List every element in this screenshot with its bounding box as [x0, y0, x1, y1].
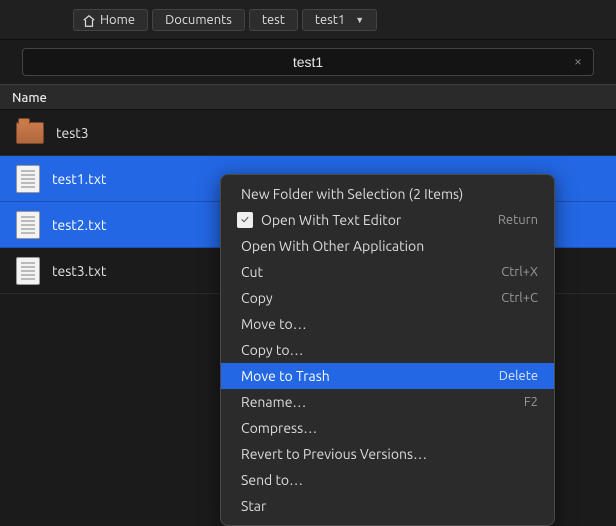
- file-name-label: test1.txt: [52, 171, 106, 187]
- menu-label: Star: [241, 498, 266, 514]
- text-file-icon: [16, 165, 40, 193]
- path-documents-button[interactable]: Documents: [152, 9, 245, 31]
- context-menu: New Folder with Selection (2 Items) ✓ Op…: [220, 174, 555, 526]
- menu-send-to[interactable]: Send to…: [221, 467, 554, 493]
- chevron-down-icon: ▼: [355, 15, 364, 25]
- search-clear-button[interactable]: ×: [569, 53, 587, 69]
- path-documents-label: Documents: [165, 13, 232, 27]
- menu-label: Cut: [241, 264, 263, 280]
- menu-revert-versions[interactable]: Revert to Previous Versions…: [221, 441, 554, 467]
- search-row: ×: [0, 40, 616, 84]
- menu-accelerator: F2: [524, 395, 538, 409]
- path-home-label: Home: [100, 13, 135, 27]
- menu-cut[interactable]: Cut Ctrl+X: [221, 259, 554, 285]
- menu-compress[interactable]: Compress…: [221, 415, 554, 441]
- menu-label: Copy: [241, 290, 273, 306]
- path-test1-label: test1: [315, 13, 345, 27]
- file-name-label: test3: [56, 125, 89, 141]
- menu-move-to-trash[interactable]: Move to Trash Delete: [221, 363, 554, 389]
- menu-label: Move to Trash: [241, 368, 330, 384]
- path-home-button[interactable]: Home: [73, 9, 148, 31]
- path-test-button[interactable]: test: [249, 9, 298, 31]
- text-file-icon: [16, 257, 40, 285]
- file-row-folder[interactable]: test3: [0, 110, 616, 156]
- home-icon: [82, 14, 94, 26]
- menu-label: New Folder with Selection (2 Items): [241, 186, 463, 202]
- check-icon: ✓: [237, 212, 253, 228]
- menu-label: Compress…: [241, 420, 317, 436]
- menu-copy-to[interactable]: Copy to…: [221, 337, 554, 363]
- menu-label: Rename…: [241, 394, 306, 410]
- top-bar: Home Documents test test1 ▼: [0, 0, 616, 40]
- close-icon: ×: [574, 53, 582, 69]
- menu-star[interactable]: Star: [221, 493, 554, 519]
- path-bar: Home Documents test test1 ▼: [73, 9, 377, 31]
- file-name-label: test3.txt: [52, 263, 106, 279]
- text-file-icon: [16, 211, 40, 239]
- search-input[interactable]: [23, 54, 593, 70]
- menu-open-text-editor[interactable]: ✓ Open With Text Editor Return: [221, 207, 554, 233]
- menu-accelerator: Ctrl+X: [501, 265, 538, 279]
- menu-rename[interactable]: Rename… F2: [221, 389, 554, 415]
- menu-label: Copy to…: [241, 342, 303, 358]
- menu-open-other-app[interactable]: Open With Other Application: [221, 233, 554, 259]
- file-name-label: test2.txt: [52, 217, 106, 233]
- path-test1-button[interactable]: test1 ▼: [302, 9, 377, 31]
- column-header-row[interactable]: Name: [0, 84, 616, 110]
- path-test-label: test: [262, 13, 285, 27]
- menu-accelerator: Ctrl+C: [501, 291, 538, 305]
- menu-label: Send to…: [241, 472, 303, 488]
- menu-new-folder-selection[interactable]: New Folder with Selection (2 Items): [221, 181, 554, 207]
- folder-icon: [16, 122, 44, 144]
- menu-accelerator: Delete: [499, 369, 538, 383]
- column-name-label: Name: [12, 91, 47, 105]
- menu-label: Revert to Previous Versions…: [241, 446, 427, 462]
- search-box: ×: [22, 48, 594, 76]
- menu-label: Open With Other Application: [241, 238, 424, 254]
- menu-copy[interactable]: Copy Ctrl+C: [221, 285, 554, 311]
- menu-label: Open With Text Editor: [261, 212, 401, 228]
- menu-move-to[interactable]: Move to…: [221, 311, 554, 337]
- menu-label: Move to…: [241, 316, 307, 332]
- menu-accelerator: Return: [498, 213, 538, 227]
